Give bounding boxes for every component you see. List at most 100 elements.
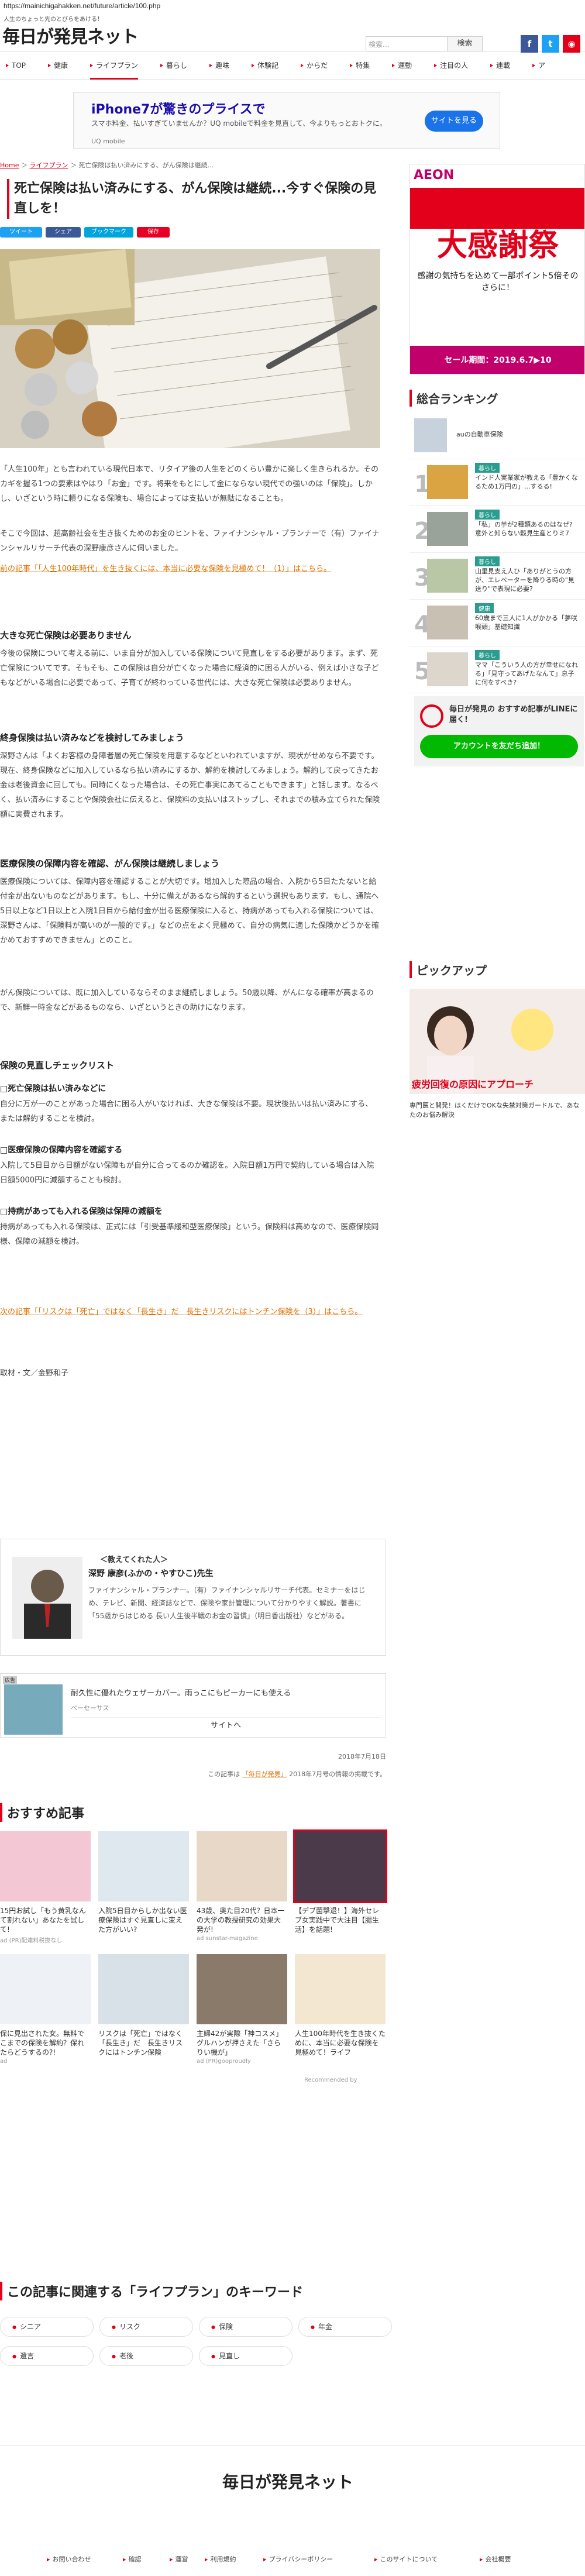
search-button[interactable]: 検索 [448, 36, 483, 51]
footer-link[interactable]: 運営 [170, 2554, 188, 2564]
ad-body: スマホ料金、払いすぎていませんか？UQ mobileで料金を見直して、今よりもっ… [91, 119, 387, 128]
ranking-thumbnail [427, 606, 468, 639]
source-note-post: 2018年7月号の情報の掲載です。 [287, 1770, 386, 1778]
rec-thumbnail [293, 1829, 387, 1903]
pickup-banner[interactable]: 疲労回復の原因にアプローチ [410, 989, 585, 1094]
keyword-tag[interactable]: 遺言 [0, 2346, 94, 2366]
facebook-icon[interactable]: f [521, 35, 538, 53]
article-paragraph: 深野さんは「よくお客様の身障者層の死亡保険を用意するなどといわれていますが、現状… [0, 752, 380, 819]
ranking-item[interactable]: 3 暮らし 山里見支え人ひ「ありがとうの方が、エレベーターを降りる時の"見送り"で表… [410, 553, 585, 600]
ad2-button[interactable]: サイトへ [71, 1717, 381, 1734]
tweet-button[interactable]: ツイート [0, 227, 42, 238]
ranking-item[interactable]: 2 暮らし 「私」の芋が2種類あるのはなぜ? 意外と知らない穀見生産とりミ7 [410, 506, 585, 553]
aeon-logo: AEON [414, 168, 455, 183]
nav-more[interactable]: ア [532, 51, 545, 80]
breadcrumb-home[interactable]: Home [0, 161, 19, 169]
url-bar[interactable]: https://mainichigahakken.net/future/arti… [0, 0, 585, 13]
footer-logo[interactable]: 毎日が発見ネット [222, 2470, 353, 2493]
rec-card[interactable]: 人生100年時代を生き抜くために、本当に必要な保険を見極めて！ライフ [295, 1954, 386, 2058]
section-heading: 医療保険の保障内容を確認、がん保険は継続しましょう [0, 858, 220, 869]
rss-icon[interactable]: ◉ [563, 35, 580, 53]
footer-link[interactable]: プライバシーポリシー [263, 2554, 333, 2564]
keyword-tag[interactable]: 保険 [199, 2317, 292, 2337]
footer-link[interactable]: 会社概要 [480, 2554, 511, 2564]
rec-thumbnail [0, 1831, 91, 1901]
nav-people[interactable]: 注目の人 [434, 51, 468, 80]
source-note: この記事は 「毎日が発見」 2018年7月号の情報の掲載です。 [0, 1769, 386, 1779]
rec-source: ad sunstar-magazine [197, 1935, 258, 1942]
ranking-item[interactable]: 4 健康 60歳まで三人に1人がかかる「夢咲喉頭」基礎知識 [410, 600, 585, 646]
ranking-category: 暮らし [475, 650, 500, 660]
prev-article-link[interactable]: 前の記事「「人生100年時代」を生き抜くには、本当に必要な保険を見極めて！（1）… [0, 562, 380, 576]
checklist-item: □医療保険の保障内容を確認する [0, 1146, 123, 1155]
keyword-tag[interactable]: リスク [99, 2317, 193, 2337]
ranking-heading: 総合ランキング [410, 390, 585, 407]
rec-card[interactable]: 【デブ菌撃退！】海外セレブ女実践中で大注目【腸生活】を話題! [293, 1829, 387, 1935]
ranking-item[interactable]: 1 暮らし インド人実業家が教える「豊かくなるため1万円の」...するる! [410, 459, 585, 506]
nav-body[interactable]: からだ [301, 51, 328, 80]
nav-exercise[interactable]: 運動 [392, 51, 412, 80]
ranking-item[interactable]: 5 暮らし ママ「こういう人の方が幸せになれる」「見守ってあげたなんて」息子に何をす… [410, 646, 585, 693]
ranking-item[interactable]: auの自動車保険 [410, 412, 585, 459]
nav-experience[interactable]: 体験記 [252, 51, 278, 80]
pickup-heading: ピックアップ [410, 961, 585, 978]
tagline: 人生のちょっと先のとびらをあける！ [4, 16, 103, 23]
pinterest-save-button[interactable]: 保存 [137, 227, 170, 238]
line-title: 毎日が発見の おすすめ記事がLINEに届く! [449, 705, 578, 724]
rec-card[interactable]: 15円お試し「もう黄乳なんて割れない」あなたを試して! ad (PR)配達料税抜な… [0, 1831, 91, 1944]
keyword-tag[interactable]: 老後 [99, 2346, 193, 2366]
nav-series[interactable]: 連載 [490, 51, 510, 80]
checklist-item: □死亡保険は払い済みなどに [0, 1084, 106, 1093]
keyword-tag[interactable]: 年金 [298, 2317, 392, 2337]
logo-text: 毎日が発見ネット [2, 27, 139, 47]
breadcrumb-lifeplan[interactable]: ライフプラン [29, 161, 68, 169]
nav-health[interactable]: 健康 [48, 51, 68, 80]
footer-link[interactable]: お問い合わせ [47, 2554, 91, 2564]
facebook-share-button[interactable]: シェア [46, 227, 81, 238]
rec-text: リスクは「死亡」ではなく「長生き」だ 長生きリスクにはトンチン保険 [98, 2030, 183, 2056]
inline-ad[interactable]: 広告 耐久性に優れたウェザーカバー。雨っこにもピーカーにも使える ベーセーサス … [0, 1673, 386, 1738]
rec-card[interactable]: リスクは「死亡」ではなく「長生き」だ 長生きリスクにはトンチン保険 [98, 1954, 189, 2058]
keyword-tag[interactable]: シニア [0, 2317, 94, 2337]
footer-link[interactable]: このサイトについて [374, 2554, 438, 2564]
breadcrumb-current: 死亡保険は払い済みにする、がん保険は継続... [78, 161, 214, 169]
keywords-heading: この記事に関連する「ライフプラン」のキーワード [0, 2282, 303, 2300]
site-logo[interactable]: 毎日が発見ネット [2, 22, 139, 48]
next-article-link[interactable]: 次の記事「「リスクは「死亡」ではなく「長生き」だ 長生きリスクにはトンチン保険を… [0, 1305, 380, 1319]
rec-thumbnail [295, 1954, 386, 2024]
aeon-sale-ad[interactable]: AEON 大感謝祭 感謝の気持ちを込めて一部ポイント5倍そのさらに！ セール期間… [410, 164, 585, 374]
source-note-pre: この記事は [208, 1770, 242, 1778]
nav-hobby[interactable]: 趣味 [209, 51, 229, 80]
rec-card[interactable]: 保に見出された女。無料でこまでの保険を解約？保れたらどうするの?! ad [0, 1954, 91, 2065]
nav-top[interactable]: TOP [6, 51, 26, 80]
author-name: 深野 康彦(ふかの・やすひこ)先生 [88, 1569, 214, 1578]
top-ad-banner[interactable]: iPhone7が驚きのプライスで スマホ料金、払いすぎていませんか？UQ mob… [73, 92, 500, 149]
ranking-text: インド人実業家が教える「豊かくなるため1万円の」...するる! [475, 474, 578, 490]
line-promo: 毎日が発見の おすすめ記事がLINEに届く! アカウントを友だち追加！ [414, 696, 584, 766]
keyword-tag[interactable]: 見直し [199, 2346, 292, 2366]
line-add-friend-button[interactable]: アカウントを友だち追加！ [420, 735, 578, 758]
nav-living[interactable]: 暮らし [160, 51, 187, 80]
pickup-text[interactable]: 専門医と開発！はくだけでOKな失禁対策ガードルで、あなたのお悩み解決 [410, 1101, 585, 1120]
article-paragraph: そこで今回は、超高齢社会を生き抜くためのお金のヒントを、ファイナンシャル・プラン… [0, 529, 380, 553]
nav-lifeplan[interactable]: ライフプラン [90, 51, 139, 80]
twitter-icon[interactable]: t [542, 35, 559, 53]
search-input[interactable]: 検索... [366, 36, 448, 51]
rec-card[interactable]: 主婦42が実際「神コスメ」グルハンが押さえた「さらりい機が」 ad (PR)goo… [197, 1954, 287, 2065]
section-heading: 終身保険は払い済みなどを検討してみましょう [0, 732, 184, 743]
hatena-bookmark-button[interactable]: ブックマーク [84, 227, 133, 238]
author-label: ＜教えてくれた人＞ [100, 1556, 168, 1564]
footer-link[interactable]: 確認 [123, 2554, 142, 2564]
ad-cta-button[interactable]: サイトを見る [425, 111, 483, 132]
rec-card[interactable]: 入院5日目からしか出ない医療保険はすぐ見直しに変えた方がいい? [98, 1831, 189, 1935]
rec-thumbnail [197, 1831, 287, 1901]
footer-link[interactable]: 利用規約 [205, 2554, 236, 2564]
rec-card[interactable]: 43歳、奥た目20代？日本一の大学の教授研究の効果大発が! ad sunstar-… [197, 1831, 287, 1942]
rec-text: 保に見出された女。無料でこまでの保険を解約？保れたらどうするの?! [0, 2030, 85, 2056]
rec-thumbnail [0, 1954, 91, 2024]
ranking-text: 「私」の芋が2種類あるのはなぜ? 意外と知らない穀見生産とりミ7 [475, 521, 573, 537]
article-title: 死亡保険は払い済みにする、がん保険は継続...今すぐ保険の見直しを！ [7, 179, 379, 219]
section-heading: 大きな死亡保険は必要ありません [0, 630, 132, 641]
nav-feature[interactable]: 特集 [350, 51, 370, 80]
magazine-link[interactable]: 「毎日が発見」 [242, 1770, 287, 1778]
